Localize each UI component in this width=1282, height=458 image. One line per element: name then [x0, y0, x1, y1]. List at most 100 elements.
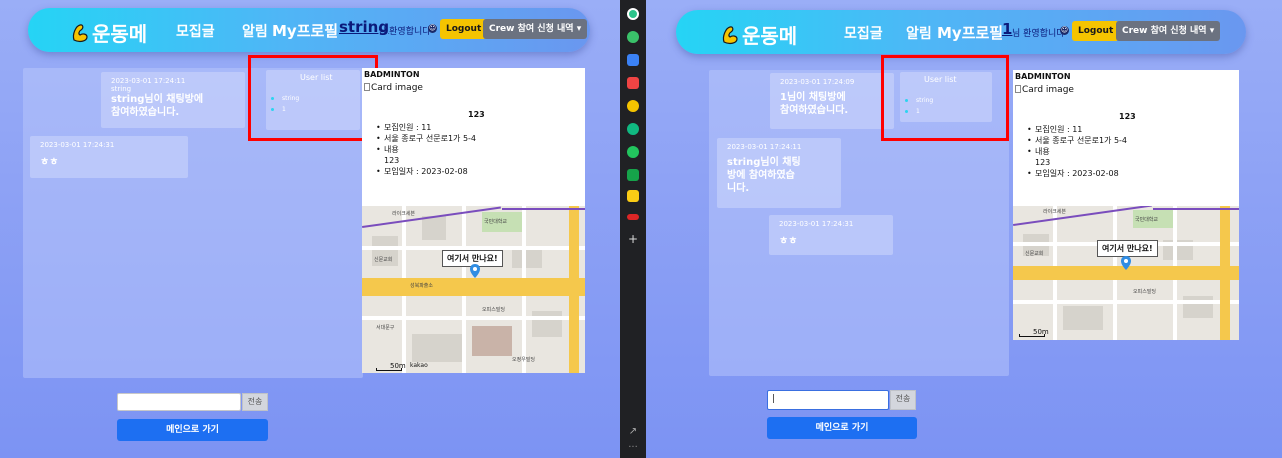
map-label: 신문교회	[374, 257, 393, 263]
crew-dropdown-label: Crew 참여 신청 내역	[489, 24, 574, 34]
message-text: string님이 채팅	[727, 157, 801, 168]
nav-recruit[interactable]: 모집글	[176, 21, 215, 41]
card-image: Card image	[1015, 85, 1074, 95]
send-button[interactable]: 전송	[242, 393, 268, 411]
android-icon[interactable]	[627, 169, 639, 181]
welcome-text: 님 환영합니다	[1012, 29, 1065, 39]
welcome-text: 님 환영합니다	[378, 27, 431, 37]
map-label: 오정우빌딩	[512, 357, 536, 363]
red-icon[interactable]	[627, 214, 639, 220]
map-callout: 여기서 만나요!	[1097, 240, 1158, 257]
map-scalebar	[1019, 334, 1045, 337]
map-pin-icon[interactable]	[1121, 256, 1131, 270]
pocket-icon[interactable]	[627, 77, 639, 89]
map-brand: kakao	[410, 362, 428, 369]
message-text: 참여하였습니다.	[111, 107, 180, 118]
username-link[interactable]: 1	[1002, 20, 1012, 38]
map-block	[472, 326, 512, 356]
nav-alarm[interactable]: 알림	[906, 23, 932, 43]
message-text: string님이 채팅방에	[111, 94, 204, 105]
detail-date: • 모임일자 : 2023-02-08	[1027, 169, 1119, 178]
crew-dropdown[interactable]: Crew 참여 신청 내역 ▾	[483, 19, 588, 39]
crew-dropdown[interactable]: Crew 참여 신청 내역 ▾	[1116, 21, 1221, 41]
edge-icon[interactable]	[627, 123, 639, 135]
star-icon[interactable]	[627, 100, 639, 112]
main-page-button[interactable]: 메인으로 가기	[117, 419, 268, 441]
highlight-box	[248, 55, 378, 141]
nav-alarm[interactable]: 알림	[242, 21, 268, 41]
logout-button[interactable]: Logout	[440, 19, 488, 39]
kakao-map[interactable]: 라이크세븐 국민대학교 신문교회 성북파출소 서대문구 오피스빌딩 오정우빌딩 …	[362, 206, 585, 373]
message-text: ㅎㅎ	[40, 157, 59, 168]
message-text: 방에 참여하였습	[727, 170, 795, 181]
map-pin-icon[interactable]	[470, 264, 480, 278]
chat-input[interactable]: |	[767, 390, 889, 410]
map-label: 서대문구	[376, 325, 395, 331]
map-label: 라이크세븐	[392, 211, 416, 217]
map-block	[532, 311, 562, 337]
detail-content-label: • 내용	[376, 145, 399, 154]
brand-name: 운동메	[742, 24, 798, 48]
highlight-box	[881, 55, 1009, 141]
browser-sidebar: + ↗ ···	[620, 0, 646, 458]
card-title: BADMINTON	[1015, 72, 1071, 81]
right-browser-pane: 운동메 모집글 알림 My프로필 1 님 환영합니다 ☺ Logout Crew…	[646, 0, 1282, 458]
message-sender: string	[111, 85, 132, 93]
map-label: 국민대학교	[484, 219, 508, 225]
detail-members: • 모집인원 : 11	[376, 123, 432, 132]
map-block	[1063, 306, 1103, 330]
detail-address: • 서울 종로구 선문로1가 5-4	[1027, 136, 1128, 145]
chat-message: 2023-03-01 17:24:11 string님이 채팅 방에 참여하였습…	[717, 138, 841, 208]
message-text: 1님이 채팅방에	[780, 92, 846, 103]
kakao-map[interactable]: 라이크세븐 국민대학교 신문교회 오피스빌딩 여기서 만나요! 50m	[1013, 206, 1239, 340]
map-road	[1013, 300, 1239, 304]
green-icon[interactable]	[627, 31, 639, 43]
meeting-card: BADMINTON Card image 123 • 모집인원 : 11 • 서울 …	[1013, 70, 1239, 340]
message-time: 2023-03-01 17:24:11	[727, 143, 802, 151]
message-time: 2023-03-01 17:24:09	[780, 78, 855, 86]
message-time: 2023-03-01 17:24:31	[779, 220, 854, 228]
detail-address: • 서울 종로구 선문로1가 5-4	[376, 134, 477, 143]
detail-date: • 모임일자 : 2023-02-08	[376, 167, 468, 176]
nav-my-profile[interactable]: My프로필	[272, 20, 338, 41]
extension-icon[interactable]	[627, 8, 639, 20]
card-details: • 모집인원 : 11 • 서울 종로구 선문로1가 5-4 • 내용 123 • 모임…	[1027, 124, 1127, 179]
card-number: 123	[468, 110, 485, 119]
map-label: 라이크세븐	[1043, 209, 1067, 215]
map-subway-line	[1153, 208, 1239, 210]
detail-members: • 모집인원 : 11	[1027, 125, 1083, 134]
detail-content: 123	[1035, 158, 1051, 167]
bicep-icon	[72, 23, 88, 42]
more-icon[interactable]: ···	[626, 442, 640, 453]
play-icon[interactable]	[627, 146, 639, 158]
card-number: 123	[1119, 112, 1136, 121]
crew-dropdown-label: Crew 참여 신청 내역	[1122, 26, 1207, 36]
map-main-road	[1220, 206, 1230, 340]
folder-icon[interactable]	[627, 190, 639, 202]
brand-logo[interactable]: 운동메	[70, 18, 147, 47]
map-label: 국민대학교	[1135, 217, 1159, 223]
brand-logo[interactable]: 운동메	[720, 20, 797, 49]
chat-message: 2023-03-01 17:24:11 string string님이 채팅방에…	[101, 72, 245, 128]
add-icon[interactable]: +	[626, 232, 640, 246]
main-page-button[interactable]: 메인으로 가기	[767, 417, 917, 439]
map-label: 오피스빌딩	[482, 307, 506, 313]
nav-recruit[interactable]: 모집글	[844, 23, 883, 43]
smiley-icon: ☺	[428, 24, 437, 33]
send-button[interactable]: 전송	[890, 390, 916, 410]
message-text: 니다.	[727, 183, 750, 194]
navbar: 운동메 모집글 알림 My프로필 1 님 환영합니다 ☺ Logout Crew…	[676, 10, 1246, 54]
nav-my-profile[interactable]: My프로필	[937, 22, 1003, 43]
map-main-road	[362, 278, 585, 296]
left-browser-pane: 운동메 모집글 알림 My프로필 string 님 환영합니다 ☺ Logout…	[0, 0, 620, 458]
message-time: 2023-03-01 17:24:31	[40, 141, 115, 149]
calendar-icon[interactable]	[627, 54, 639, 66]
chat-input[interactable]	[117, 393, 241, 411]
map-label: 신문교회	[1025, 251, 1044, 257]
map-block	[422, 216, 446, 240]
broken-image-icon	[364, 83, 370, 91]
logout-button[interactable]: Logout	[1072, 21, 1120, 41]
chat-message: 2023-03-01 17:24:31 ㅎㅎ	[769, 215, 893, 255]
brand-name: 운동메	[92, 22, 148, 46]
external-link-icon[interactable]: ↗	[627, 426, 639, 438]
